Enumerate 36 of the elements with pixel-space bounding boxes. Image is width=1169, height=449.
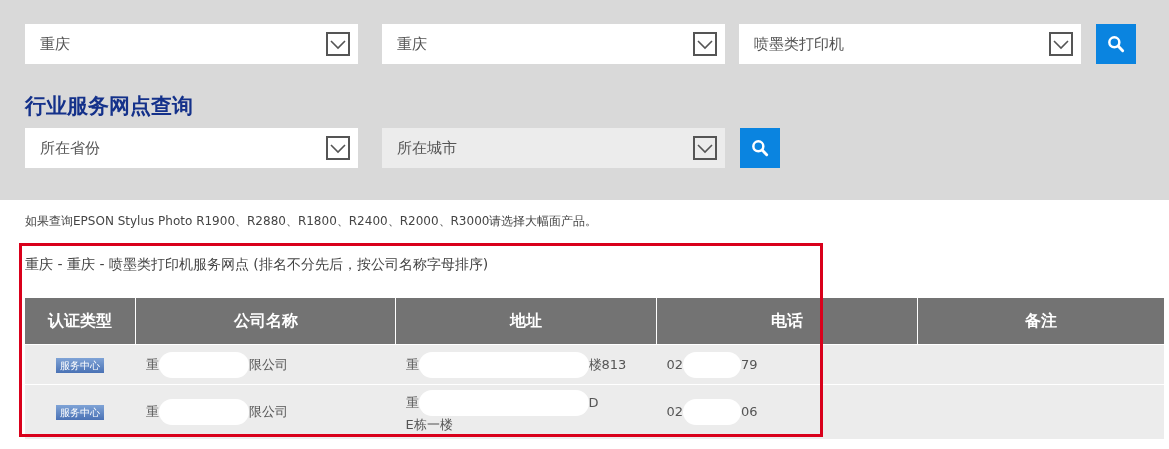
search-icon xyxy=(750,138,770,158)
chevron-down-icon xyxy=(326,136,350,160)
cell-text: 重 xyxy=(405,393,419,412)
column-header: 认证类型 xyxy=(25,298,136,345)
dropdown[interactable]: 重庆 xyxy=(382,24,725,64)
cell-text: 楼813 xyxy=(588,355,627,374)
cell-text: 02 xyxy=(666,355,684,374)
dropdown[interactable]: 所在省份 xyxy=(25,128,358,168)
search-button[interactable] xyxy=(740,128,780,168)
search-button[interactable] xyxy=(1096,24,1136,64)
service-badge: 服务中心 xyxy=(56,404,105,420)
cell-text: D xyxy=(588,393,599,412)
cell-text: 限公司 xyxy=(248,355,288,374)
result-title: 重庆 - 重庆 - 喷墨类打印机服务网点 (排名不分先后，按公司名称字母排序) xyxy=(25,256,490,274)
dropdown[interactable]: 喷墨类打印机 xyxy=(739,24,1081,64)
cell-text: E栋一楼 xyxy=(405,415,453,434)
cell-text: 06 xyxy=(741,402,758,421)
chevron-down-icon xyxy=(1049,32,1073,56)
chevron-down-icon xyxy=(693,136,717,160)
note-text: 如果查询EPSON Stylus Photo R1900、R2880、R1800、R2400、R2000、R3000请选择大幅面产品。 xyxy=(25,213,599,230)
column-header: 公司名称 xyxy=(135,298,396,345)
cell-text: 重 xyxy=(145,402,159,421)
column-header: 电话 xyxy=(656,298,918,345)
cell-text: 79 xyxy=(741,355,758,374)
cell-text: 重 xyxy=(145,355,159,374)
section-title: 行业服务网点查询 xyxy=(25,94,194,118)
chevron-down-icon xyxy=(693,32,717,56)
service-badge: 服务中心 xyxy=(56,357,105,373)
search-icon xyxy=(1106,34,1126,54)
cell-text: 02 xyxy=(666,402,684,421)
cell-text: 限公司 xyxy=(248,402,288,421)
dropdown[interactable]: 重庆 xyxy=(25,24,358,64)
column-header: 备注 xyxy=(917,298,1164,345)
cell-text: 重 xyxy=(405,355,419,374)
column-header: 地址 xyxy=(395,298,657,345)
chevron-down-icon xyxy=(326,32,350,56)
